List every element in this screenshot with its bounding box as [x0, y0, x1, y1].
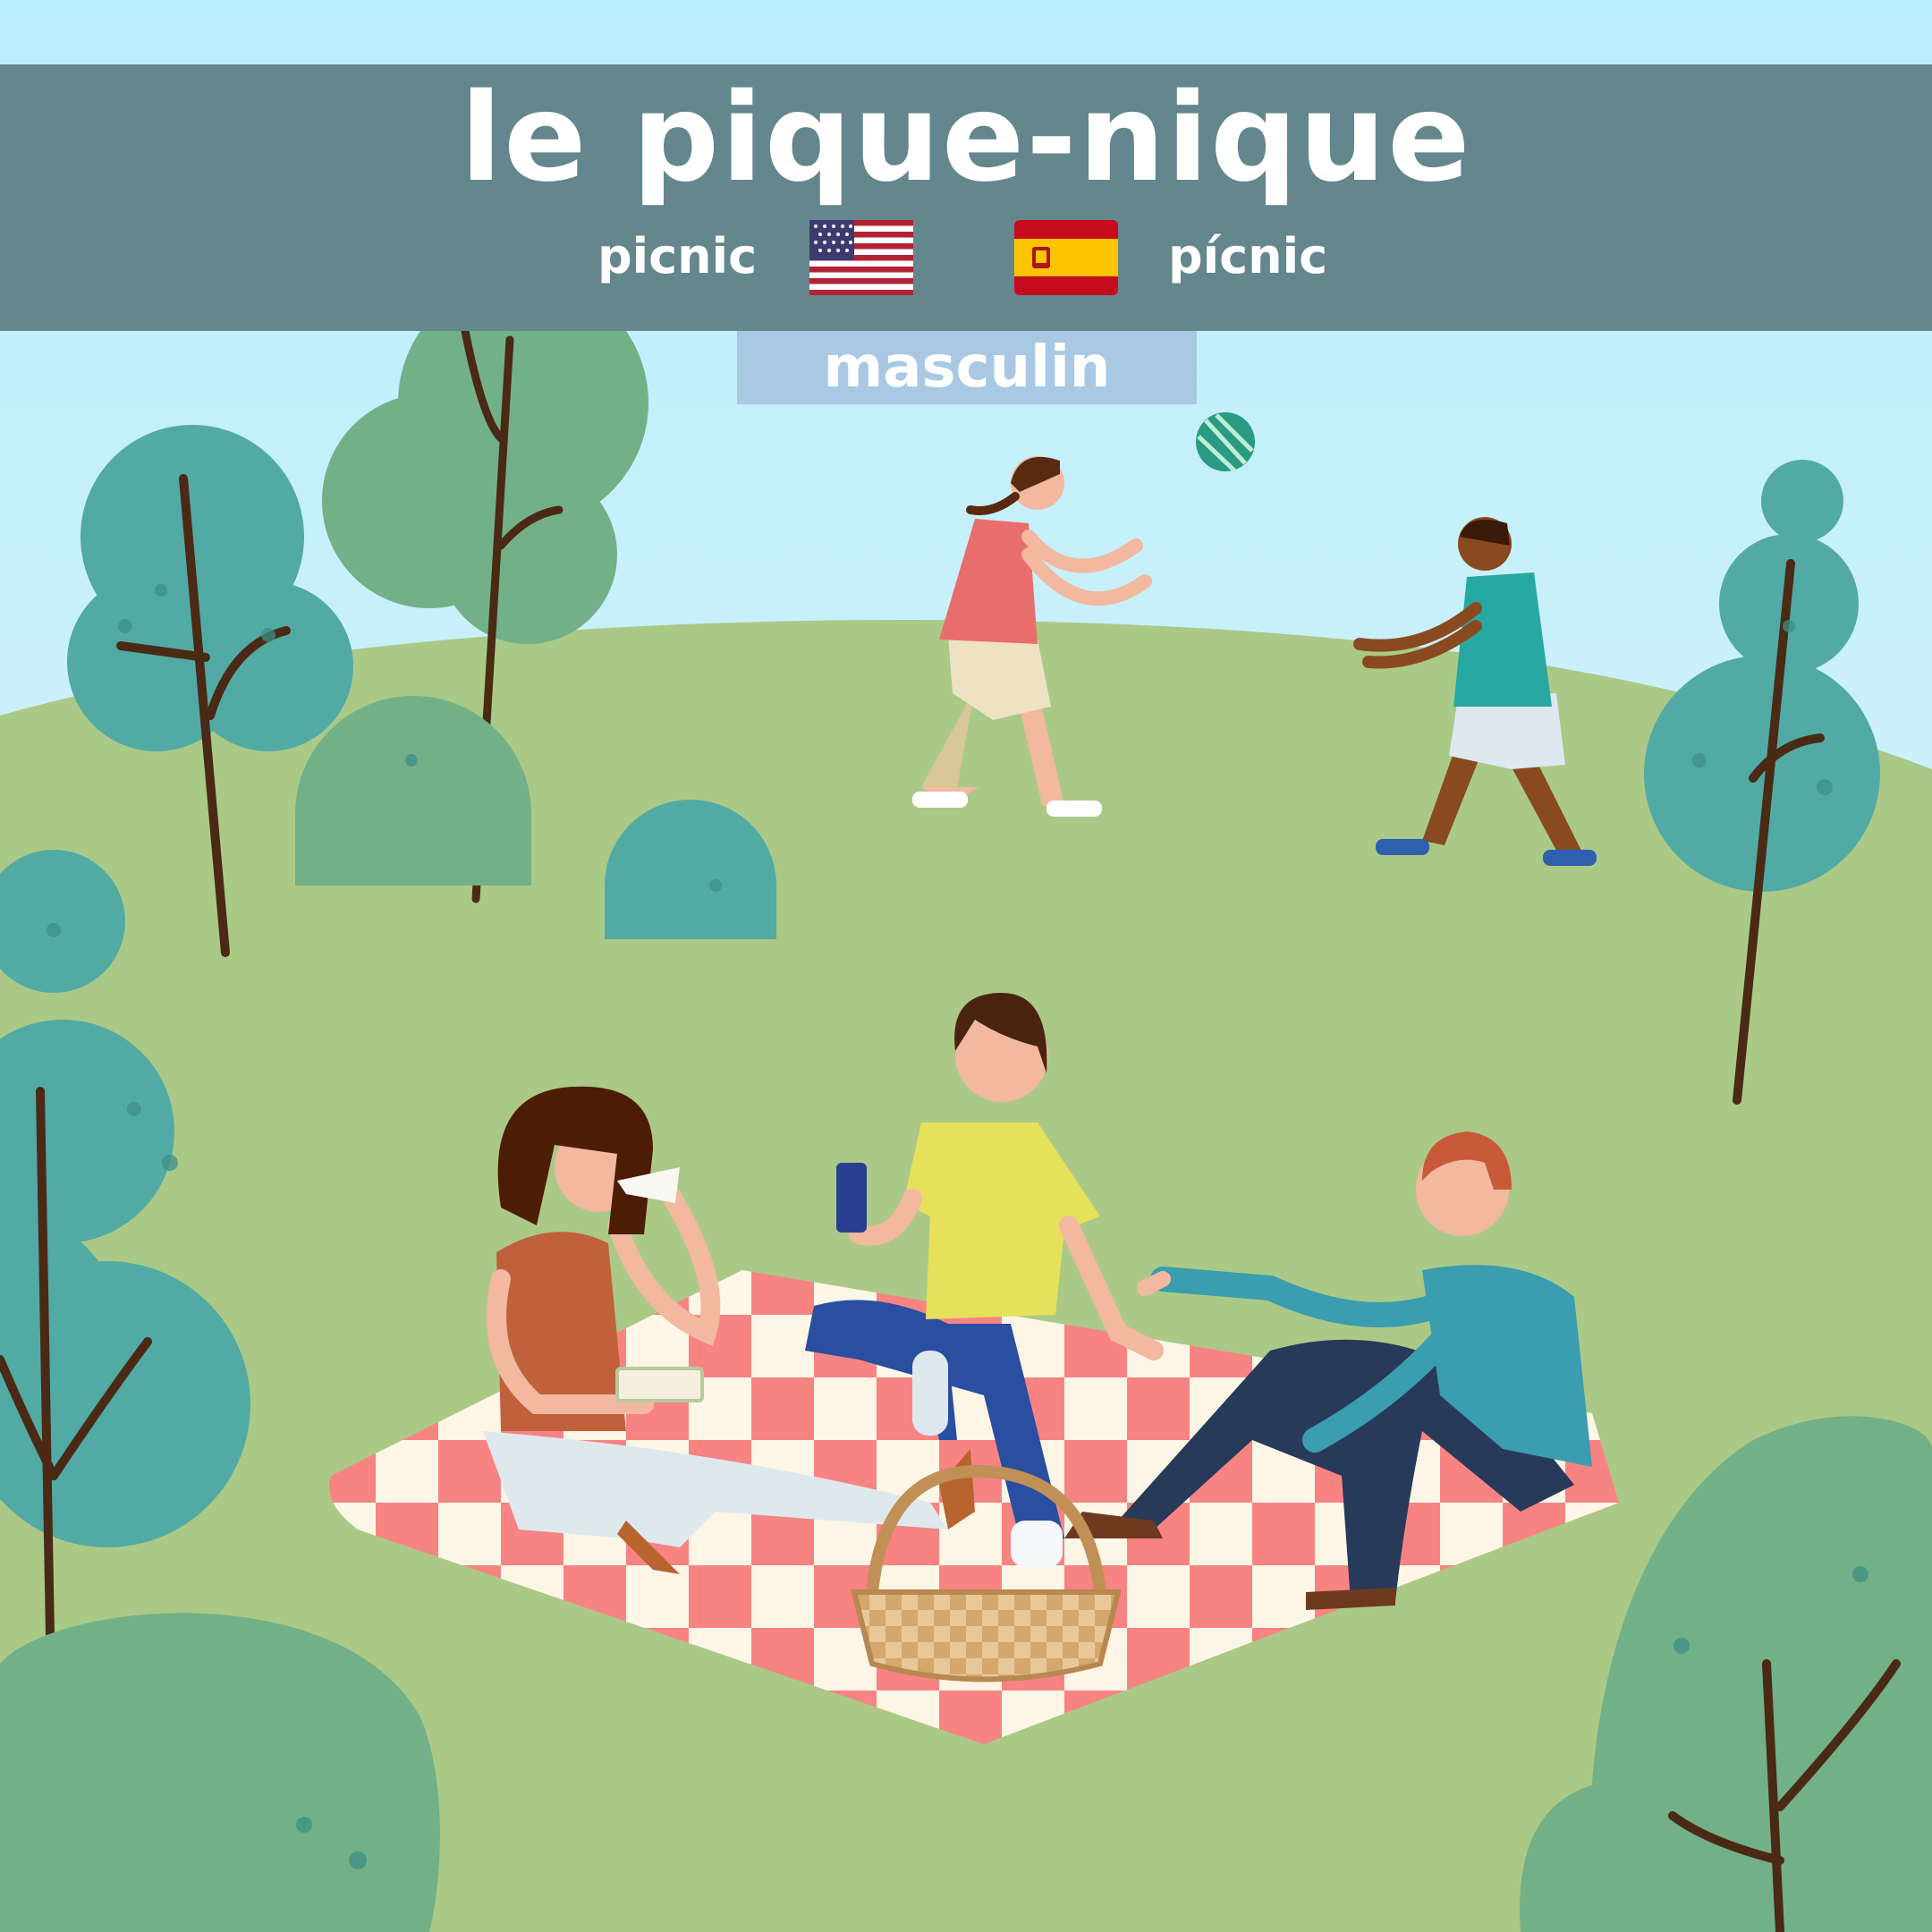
english-translation: picnic: [597, 228, 758, 284]
ball: [1196, 412, 1255, 472]
us-flag-icon: [809, 220, 913, 295]
spain-flag-icon: [1014, 220, 1118, 295]
gender-badge: masculin: [737, 331, 1197, 404]
spanish-translation: pícnic: [1168, 228, 1328, 284]
page-title: le pique-nique: [460, 68, 1472, 209]
flashcard: le pique-nique picnic pícnic masculin: [0, 0, 1932, 1932]
